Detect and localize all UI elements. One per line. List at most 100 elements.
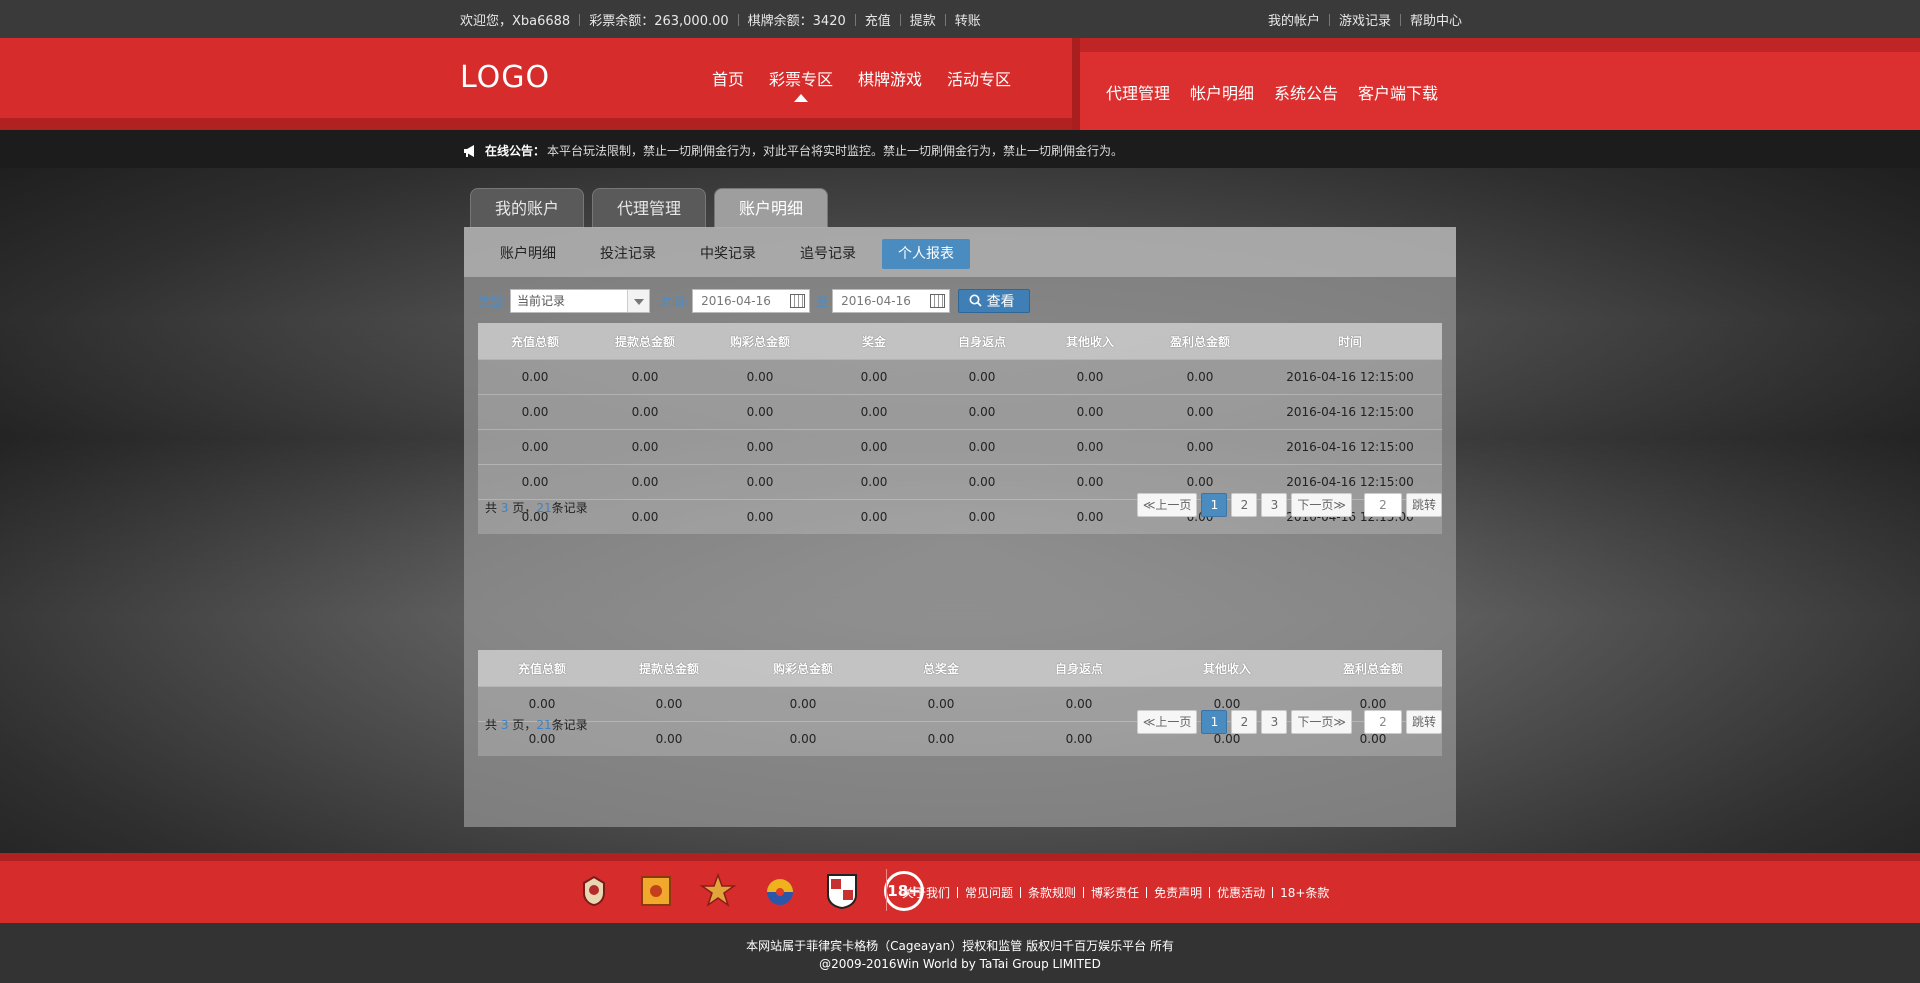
date-from-value: 2016-04-16 <box>701 294 771 308</box>
next-page-button[interactable]: 下一页≫ <box>1291 710 1352 734</box>
tab-my-account[interactable]: 我的账户 <box>470 188 585 228</box>
crest-logo-icon <box>574 871 614 911</box>
count-suffix: 条记录 <box>551 501 588 515</box>
subtab-bet-records[interactable]: 投注记录 <box>584 239 672 269</box>
logo[interactable]: LOGO <box>460 60 550 95</box>
prev-page-button[interactable]: ≪上一页 <box>1136 710 1198 734</box>
jump-page-input[interactable]: 2 <box>1363 493 1402 517</box>
date-from-input[interactable]: 2016-04-16 <box>692 289 811 313</box>
divider <box>1020 887 1022 898</box>
table-cell: 0.00 <box>631 370 659 384</box>
calendar-icon <box>930 294 946 308</box>
active-caret-icon <box>794 94 809 102</box>
calendar-icon <box>790 294 806 308</box>
page-button[interactable]: 1 <box>1201 710 1228 734</box>
divider <box>899 13 901 26</box>
column-header: 其他收入 <box>1202 661 1251 676</box>
pagination: 共 3 页，21条记录 ≪上一页 1 2 3 下一页≫ 2 跳转 <box>478 708 1442 736</box>
nav-agent[interactable]: 代理管理 <box>1106 80 1170 104</box>
jump-button[interactable]: 跳转 <box>1405 493 1442 517</box>
secondary-nav: 代理管理 帐户明细 系统公告 客户端下载 <box>1106 80 1458 104</box>
column-header: 充值总额 <box>510 334 559 349</box>
page-button[interactable]: 1 <box>1201 493 1228 517</box>
table-cell: 2016-04-16 12:15:00 <box>1286 440 1414 454</box>
top-bar: 欢迎您，Xba6688 彩票余额：263,000.00 棋牌余额：3420 充值… <box>0 0 1920 38</box>
divider <box>579 13 581 26</box>
table-cell: 0.00 <box>521 440 549 454</box>
help-center-link[interactable]: 帮助中心 <box>1410 10 1462 29</box>
type-label: 类型: <box>478 294 507 309</box>
nav-announcements[interactable]: 系统公告 <box>1274 80 1338 104</box>
table-cell: 0.00 <box>631 475 659 489</box>
table-cell: 0.00 <box>631 440 659 454</box>
table-cell: 0.00 <box>968 405 996 419</box>
table-cell: 2016-04-16 12:15:00 <box>1286 370 1414 384</box>
subtab-personal-report[interactable]: 个人报表 <box>882 239 970 269</box>
footer-link-disclaimer[interactable]: 免责声明 <box>1154 884 1202 901</box>
table-cell: 0.00 <box>631 405 659 419</box>
nav-lottery[interactable]: 彩票专区 <box>769 66 833 102</box>
table-cell: 0.00 <box>746 405 774 419</box>
footer-link-responsible[interactable]: 博彩责任 <box>1091 884 1139 901</box>
page-button[interactable]: 3 <box>1261 493 1288 517</box>
pager-controls: ≪上一页 1 2 3 下一页≫ 2 跳转 <box>1133 493 1442 517</box>
nav-events[interactable]: 活动专区 <box>947 66 1011 90</box>
page-button[interactable]: 2 <box>1231 710 1258 734</box>
footer-link-terms[interactable]: 条款规则 <box>1028 884 1076 901</box>
type-select[interactable]: 当前记录 <box>510 289 651 313</box>
jump-button[interactable]: 跳转 <box>1405 710 1442 734</box>
table-cell: 0.00 <box>1186 405 1214 419</box>
transfer-link[interactable]: 转账 <box>955 10 981 29</box>
gc-shield-icon <box>822 871 862 911</box>
subtab-account-detail[interactable]: 账户明细 <box>484 239 572 269</box>
nav-chess[interactable]: 棋牌游戏 <box>858 66 922 90</box>
subtab-chase-records[interactable]: 追号记录 <box>784 239 872 269</box>
column-header: 总奖金 <box>922 661 959 676</box>
record-total: 21 <box>536 718 552 732</box>
column-header: 提款总金额 <box>638 661 699 676</box>
my-account-link[interactable]: 我的帐户 <box>1268 10 1320 29</box>
column-header: 时间 <box>1337 334 1362 349</box>
game-records-link[interactable]: 游戏记录 <box>1339 10 1391 29</box>
to-label: 至 <box>816 294 829 309</box>
next-page-button[interactable]: 下一页≫ <box>1291 493 1352 517</box>
page-button[interactable]: 2 <box>1231 493 1258 517</box>
column-header: 提款总金额 <box>614 334 675 349</box>
summary-table: 充值总额 提款总金额 购彩总金额 总奖金 自身返点 其他收入 盈利总金额 0.0… <box>478 650 1442 756</box>
divider <box>737 13 739 26</box>
nav-home[interactable]: 首页 <box>712 66 744 90</box>
date-to-input[interactable]: 2016-04-16 <box>832 289 951 313</box>
tab-account-detail[interactable]: 账户明细 <box>714 188 829 228</box>
footer-link-18-terms[interactable]: 18+条款 <box>1280 884 1329 901</box>
table-cell: 0.00 <box>1186 475 1214 489</box>
column-header: 购彩总金额 <box>729 334 790 349</box>
divider <box>1209 887 1211 898</box>
table-cell: 2016-04-16 12:15:00 <box>1286 475 1414 489</box>
table-cell: 0.00 <box>1186 440 1214 454</box>
prev-page-button[interactable]: ≪上一页 <box>1136 493 1198 517</box>
subtab-win-records[interactable]: 中奖记录 <box>684 239 772 269</box>
footer-link-promotions[interactable]: 优惠活动 <box>1217 884 1265 901</box>
footer: 18+ 关于我们 常见问题 条款规则 博彩责任 免责声明 优惠活动 18+条款 <box>0 853 1920 923</box>
table-cell: 0.00 <box>521 370 549 384</box>
nav-account-detail[interactable]: 帐户明细 <box>1190 80 1254 104</box>
footer-link-about[interactable]: 关于我们 <box>902 884 950 901</box>
page-button[interactable]: 3 <box>1261 710 1288 734</box>
content-panel: 账户明细 投注记录 中奖记录 追号记录 个人报表 类型: 当前记录 时间: 20… <box>464 227 1456 827</box>
sun-seal-icon <box>636 871 676 911</box>
withdraw-link[interactable]: 提款 <box>910 10 936 29</box>
chess-balance: 棋牌余额：3420 <box>747 14 846 29</box>
recharge-link[interactable]: 充值 <box>865 10 891 29</box>
account-tabs: 我的账户 代理管理 账户明细 <box>470 188 836 228</box>
divider <box>854 13 856 26</box>
table-cell: 0.00 <box>746 440 774 454</box>
jump-page-input[interactable]: 2 <box>1363 710 1402 734</box>
search-button[interactable]: 查看 <box>958 289 1030 313</box>
license-logos: 18+ <box>574 871 924 911</box>
divider <box>1328 13 1330 26</box>
copyright-line-2: @2009-2016Win World by TaTai Group LIMIT… <box>819 957 1101 971</box>
nav-client-download[interactable]: 客户端下载 <box>1358 80 1438 104</box>
divider <box>1272 887 1274 898</box>
tab-agent[interactable]: 代理管理 <box>592 188 707 228</box>
footer-link-faq[interactable]: 常见问题 <box>965 884 1013 901</box>
